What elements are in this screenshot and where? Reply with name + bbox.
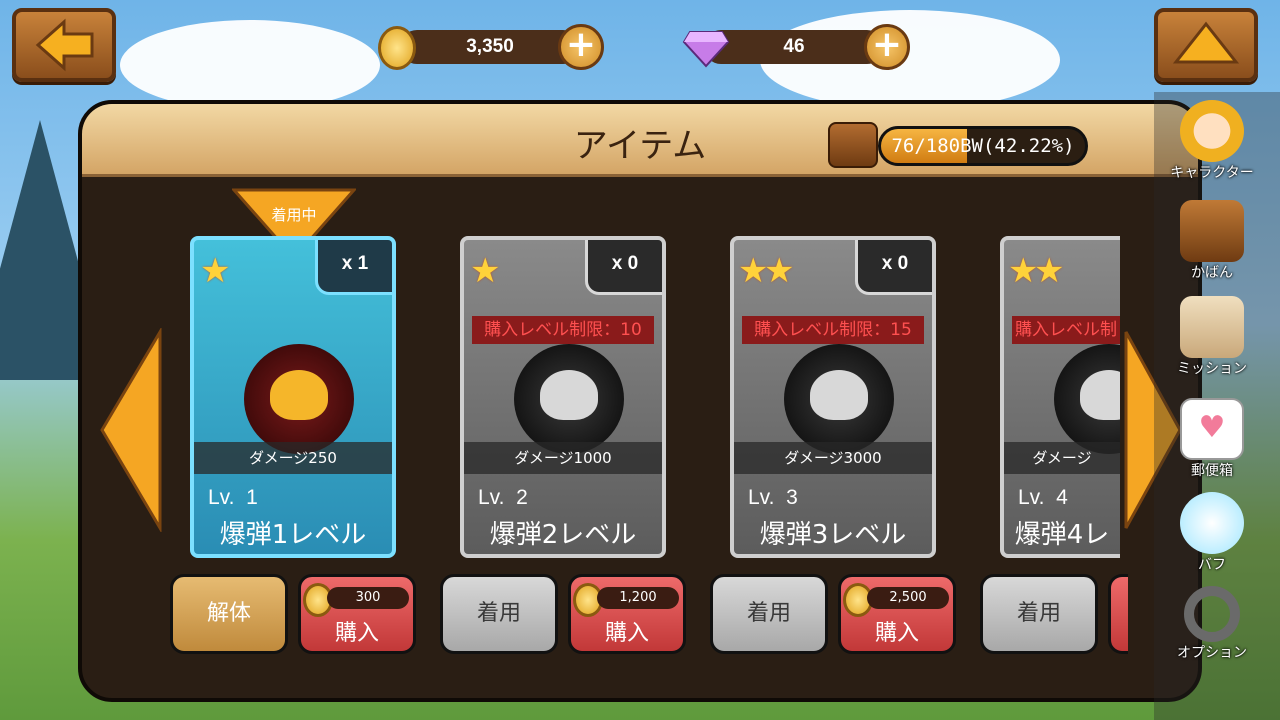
previous-arrow[interactable] [96, 328, 166, 532]
item-level: Lv. 3 [748, 486, 798, 509]
sidebar-item-buff[interactable]: バフ [1162, 492, 1262, 578]
buy-button[interactable]: 2,500 購入 [838, 574, 956, 654]
character-icon [1180, 100, 1244, 162]
scroll-icon [1180, 296, 1244, 358]
gem-icon [682, 31, 730, 68]
back-button[interactable] [12, 8, 116, 82]
buy-button[interactable]: 1,200 購入 [568, 574, 686, 654]
bag-icon [1180, 200, 1244, 262]
buy-label: 購入 [334, 621, 379, 646]
sidebar-label: かばん [1191, 265, 1233, 281]
bomb-icon [784, 344, 894, 454]
add-gems-button[interactable]: + [864, 24, 910, 70]
star-icon: ★ [764, 251, 795, 291]
bomb-icon [514, 344, 624, 454]
sidebar-label: キャラクター [1170, 165, 1254, 181]
item-qty: x 1 [315, 240, 392, 295]
item-card[interactable]: ★ x 1 ダメージ250 Lv. 1 爆弾1レベル [190, 236, 396, 558]
gear-icon [1184, 586, 1240, 642]
item-panel: アイテム 76/180BW(42.22%) 着用中 ★ x 1 ダメージ250 … [78, 100, 1202, 702]
item-card[interactable]: ★ ★ 購入レベル制 ダメージ Lv. 4 爆弾4レ [1000, 236, 1120, 558]
coin-counter: 3,350 [400, 30, 580, 64]
level-restriction: 購入レベル制限：10 [472, 316, 654, 344]
equip-button[interactable]: 着用 [710, 574, 828, 654]
sidebar-item-mailbox[interactable]: ♥ 郵便箱 [1162, 398, 1262, 484]
buy-button[interactable] [1108, 574, 1128, 654]
sidebar-label: 郵便箱 [1191, 463, 1233, 479]
item-damage: ダメージ250 [194, 442, 392, 474]
item-name: 爆弾2レベル [489, 520, 637, 550]
bomb-icon [244, 344, 354, 454]
sidebar-label: オプション [1177, 645, 1247, 661]
item-qty: x 0 [855, 240, 932, 295]
triangle-up-icon [1172, 21, 1240, 64]
bomb-icon [1054, 344, 1120, 454]
panel-header: アイテム 76/180BW(42.22%) [82, 104, 1198, 177]
star-icon: ★ [200, 251, 231, 291]
add-coins-button[interactable]: + [558, 24, 604, 70]
collapse-menu-button[interactable] [1154, 8, 1258, 82]
price-label: 1,200 [597, 587, 679, 609]
sidebar-item-options[interactable]: オプション [1162, 586, 1262, 672]
item-damage: ダメージ3000 [734, 442, 932, 474]
item-level: Lv. 4 [1018, 486, 1068, 509]
capacity-text: 76/180BW(42.22%) [891, 135, 1075, 157]
bag-icon [828, 122, 878, 168]
item-damage: ダメージ [1004, 442, 1120, 474]
capacity-bar: 76/180BW(42.22%) [878, 126, 1088, 166]
star-icon: ★ [470, 251, 501, 291]
coin-icon [378, 26, 416, 70]
wings-icon [1180, 492, 1244, 554]
sidebar-item-mission[interactable]: ミッション [1162, 296, 1262, 382]
item-name: 爆弾4レ [1014, 520, 1110, 550]
item-card[interactable]: ★ ★ x 0 購入レベル制限：15 ダメージ3000 Lv. 3 爆弾3レベル [730, 236, 936, 558]
item-level: Lv. 1 [208, 486, 258, 509]
item-card[interactable]: ★ x 0 購入レベル制限：10 ダメージ1000 Lv. 2 爆弾2レベル [460, 236, 666, 558]
buy-button[interactable]: 300 購入 [298, 574, 416, 654]
gem-counter: 46 [704, 30, 884, 64]
sidebar-label: バフ [1198, 557, 1226, 573]
mail-icon: ♥ [1180, 398, 1244, 460]
star-icon: ★ [1034, 251, 1065, 291]
buy-label: 購入 [874, 621, 919, 646]
item-name: 爆弾1レベル [219, 520, 367, 550]
level-restriction: 購入レベル制 [1012, 316, 1120, 344]
item-damage: ダメージ1000 [464, 442, 662, 474]
gem-amount: 46 [783, 36, 805, 57]
item-qty: x 0 [585, 240, 662, 295]
equip-button[interactable]: 着用 [980, 574, 1098, 654]
item-level: Lv. 2 [478, 486, 528, 509]
arrow-left-icon [35, 18, 94, 72]
price-label: 300 [327, 587, 409, 609]
coin-amount: 3,350 [466, 36, 514, 57]
buy-label: 購入 [604, 621, 649, 646]
sidebar-label: ミッション [1177, 361, 1247, 377]
price-label: 2,500 [867, 587, 949, 609]
equipped-tag-label: 着用中 [271, 206, 317, 224]
sidebar-item-bag[interactable]: かばん [1162, 200, 1262, 286]
sidebar-item-character[interactable]: キャラクター [1162, 100, 1262, 186]
dismantle-button[interactable]: 解体 [170, 574, 288, 654]
cloud [120, 20, 380, 110]
level-restriction: 購入レベル制限：15 [742, 316, 924, 344]
equip-button[interactable]: 着用 [440, 574, 558, 654]
item-name: 爆弾3レベル [759, 520, 907, 550]
